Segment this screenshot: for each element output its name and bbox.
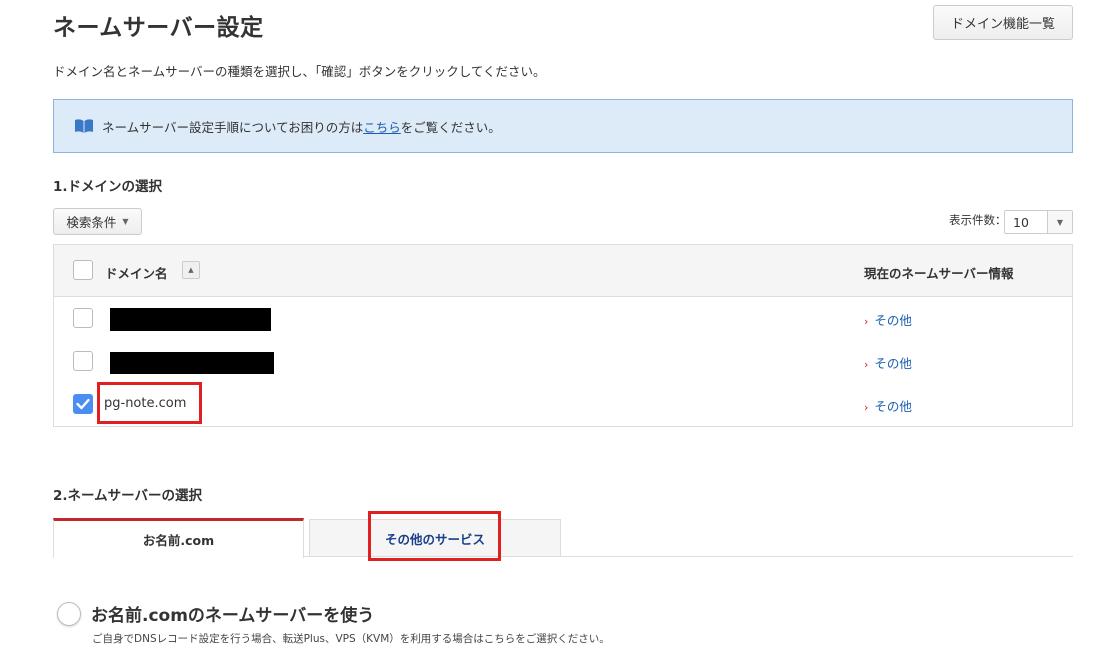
redacted-domain <box>110 352 274 374</box>
table-header: ドメイン名 ▲ 現在のネームサーバー情報 <box>54 245 1072 297</box>
filter-label: 検索条件 <box>66 215 117 230</box>
info-box: ネームサーバー設定手順についてお困りの方は こちら をご覧ください。 <box>53 99 1073 153</box>
per-page-select[interactable]: 10 ▼ <box>1004 210 1073 234</box>
table-row: › その他 <box>54 297 1072 340</box>
radio-button[interactable] <box>57 601 81 626</box>
ns-option-onamae[interactable]: お名前.comのネームサーバーを使う <box>57 601 374 626</box>
per-page-value: 10 <box>1013 214 1029 230</box>
select-all-checkbox[interactable] <box>73 260 93 280</box>
check-icon <box>76 398 90 410</box>
info-link[interactable]: こちら <box>363 117 401 136</box>
ns-tabs: お名前.com その他のサービス <box>53 518 1073 558</box>
table-row: › その他 <box>54 340 1072 383</box>
caret-down-icon: ▼ <box>122 217 129 226</box>
sort-ascending-icon[interactable]: ▲ <box>182 261 200 279</box>
column-current-ns: 現在のネームサーバー情報 <box>864 266 1014 281</box>
ns-option-label: お名前.comのネームサーバーを使う <box>91 606 375 626</box>
tab-onamae[interactable]: お名前.com <box>53 518 304 558</box>
info-text-before: ネームサーバー設定手順についてお困りの方は <box>102 119 364 135</box>
row-checkbox[interactable] <box>73 351 93 371</box>
domain-section-heading: 1.ドメインの選択 <box>53 179 163 195</box>
search-filter-button[interactable]: 検索条件 ▼ <box>53 208 142 235</box>
domain-name: pg-note.com <box>104 396 187 411</box>
info-text-after: をご覧ください。 <box>400 119 501 135</box>
domain-functions-button[interactable]: ドメイン機能一覧 <box>933 5 1073 40</box>
table-row: pg-note.com › その他 <box>54 383 1072 426</box>
chevron-right-icon: › <box>864 315 869 328</box>
book-icon <box>74 118 94 134</box>
ns-info-link[interactable]: › その他 <box>864 353 912 372</box>
ns-info-link[interactable]: › その他 <box>864 310 912 329</box>
domain-table: ドメイン名 ▲ 現在のネームサーバー情報 › その他 › その他 pg-note.c… <box>53 244 1073 427</box>
column-domain: ドメイン名 <box>105 266 168 281</box>
ns-section-heading: 2.ネームサーバーの選択 <box>53 488 202 504</box>
page-title: ネームサーバー設定 <box>53 15 264 41</box>
chevron-down-icon: ▼ <box>1047 211 1072 233</box>
chevron-right-icon: › <box>864 358 869 371</box>
redacted-domain <box>110 308 271 331</box>
row-checkbox[interactable] <box>73 308 93 328</box>
ns-option-description: ご自身でDNSレコード設定を行う場合、転送Plus、VPS（KVM）を利用する場… <box>92 633 610 645</box>
per-page-label: 表示件数： <box>949 213 1007 227</box>
intro-text: ドメイン名とネームサーバーの種類を選択し、「確認」ボタンをクリックしてください。 <box>53 64 546 79</box>
row-checkbox-checked[interactable] <box>73 394 93 414</box>
chevron-right-icon: › <box>864 401 869 414</box>
ns-info-link[interactable]: › その他 <box>864 396 912 415</box>
tab-other-service[interactable]: その他のサービス <box>309 519 561 557</box>
